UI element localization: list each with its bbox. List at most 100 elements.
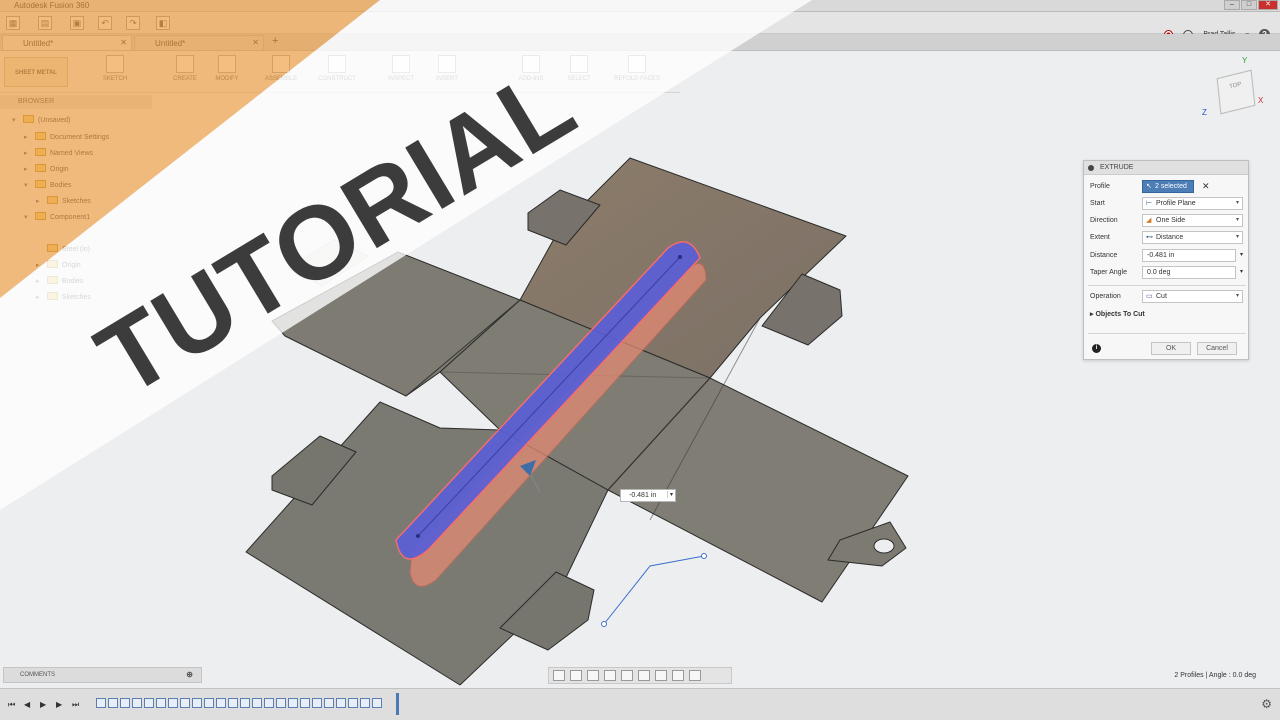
timeline-feature[interactable] [276, 698, 286, 708]
job-status-icon[interactable]: ◧ [156, 16, 170, 30]
timeline-feature[interactable] [144, 698, 154, 708]
tree-item[interactable]: ▸ Origin [24, 164, 69, 179]
environment-icon[interactable] [689, 670, 701, 681]
tree-item[interactable]: ▸ Sketches [36, 196, 91, 211]
timeline-feature[interactable] [348, 698, 358, 708]
collapse-icon[interactable] [1088, 165, 1094, 171]
timeline-feature[interactable] [372, 698, 382, 708]
timeline-feature[interactable] [324, 698, 334, 708]
timeline-feature[interactable] [120, 698, 130, 708]
info-icon[interactable]: i [1092, 344, 1101, 353]
start-select[interactable]: ⊢ Profile Plane ▾ [1142, 197, 1243, 210]
timeline-feature[interactable] [312, 698, 322, 708]
chevron-down-icon[interactable]: ▾ [1240, 268, 1243, 275]
fit-icon[interactable] [621, 670, 633, 681]
view-cube[interactable]: Y X Z TOP [1202, 56, 1266, 120]
go-to-start-icon[interactable]: ⏮ [8, 700, 15, 710]
look-at-icon[interactable] [570, 670, 582, 681]
workspace-switcher[interactable]: SHEET METAL [4, 57, 68, 87]
gear-icon[interactable]: ⚙ [1261, 697, 1272, 711]
new-tab-button[interactable]: + [272, 35, 278, 47]
toolbar-select[interactable]: SELECT [560, 55, 598, 82]
tree-item[interactable]: ▸ Sketches [36, 292, 91, 307]
timeline-feature[interactable] [192, 698, 202, 708]
go-to-end-icon[interactable]: ⏭ [72, 700, 79, 710]
toolbar-assemble[interactable]: ASSEMBLE [262, 55, 300, 82]
add-comment-icon[interactable]: ⊕ [186, 670, 193, 679]
timeline-feature[interactable] [204, 698, 214, 708]
chevron-down-icon[interactable]: ▾ [666, 491, 673, 498]
direction-select[interactable]: ◢ One Side ▾ [1142, 214, 1243, 227]
file-menu-icon[interactable]: ▤ [38, 16, 52, 30]
timeline-feature[interactable] [132, 698, 142, 708]
timeline-marker[interactable] [396, 693, 399, 715]
tab-document[interactable]: Untitled* ✕ [2, 35, 132, 51]
tree-item[interactable]: ▸ Document Settings [24, 132, 109, 147]
tree-item[interactable]: Steel (in) [36, 244, 90, 259]
quick-access-toolbar: ▦ ▤ ▣ ↶ ↷ ◧ Brad Tallis ▾ ? [0, 12, 1280, 40]
timeline-feature[interactable] [108, 698, 118, 708]
cancel-button[interactable]: Cancel [1197, 342, 1237, 355]
toolbar-inspect[interactable]: INSPECT [382, 55, 420, 82]
pan-icon[interactable] [587, 670, 599, 681]
tab-document[interactable]: Untitled* ✕ [134, 35, 264, 51]
grid-settings-icon[interactable] [655, 670, 667, 681]
close-tab-icon[interactable]: ✕ [252, 38, 259, 47]
distance-float-input[interactable]: -0.481 in ▾ [620, 489, 676, 502]
tree-item[interactable]: ▸ Origin [36, 260, 81, 275]
timeline-feature[interactable] [300, 698, 310, 708]
display-settings-icon[interactable] [638, 670, 650, 681]
chevron-down-icon[interactable]: ▾ [1240, 251, 1243, 258]
close-button[interactable]: ✕ [1258, 0, 1278, 10]
step-back-icon[interactable]: ◀ [24, 700, 30, 709]
timeline-feature[interactable] [288, 698, 298, 708]
orbit-icon[interactable] [553, 670, 565, 681]
distance-input[interactable]: -0.481 in [1142, 249, 1236, 262]
timeline-feature[interactable] [216, 698, 226, 708]
profile-selection[interactable]: ↖ 2 selected [1142, 180, 1194, 193]
taper-input[interactable]: 0.0 deg [1142, 266, 1236, 279]
sketch-line[interactable] [603, 555, 705, 625]
viewports-icon[interactable] [672, 670, 684, 681]
undo-icon[interactable]: ↶ [98, 16, 112, 30]
redo-icon[interactable]: ↷ [126, 16, 140, 30]
maximize-button[interactable]: □ [1241, 0, 1257, 10]
extent-select[interactable]: ⊷ Distance ▾ [1142, 231, 1243, 244]
timeline-feature[interactable] [252, 698, 262, 708]
comments-panel[interactable]: COMMENTS ⊕ [3, 667, 202, 683]
operation-select[interactable]: ▭ Cut ▾ [1142, 290, 1243, 303]
timeline-feature[interactable] [168, 698, 178, 708]
ok-button[interactable]: OK [1151, 342, 1191, 355]
timeline-feature[interactable] [156, 698, 166, 708]
clear-selection-icon[interactable]: ✕ [1202, 181, 1210, 192]
view-cube-face[interactable]: TOP [1216, 69, 1256, 115]
toolbar-addins[interactable]: ADD-INS [512, 55, 550, 82]
close-tab-icon[interactable]: ✕ [120, 38, 127, 47]
tree-item[interactable]: ▾ Component1 [24, 212, 90, 227]
toolbar-modify[interactable]: MODIFY [208, 55, 246, 82]
timeline-feature[interactable] [264, 698, 274, 708]
objects-to-cut-toggle[interactable]: ▸ Objects To Cut [1090, 310, 1145, 318]
timeline-feature[interactable] [336, 698, 346, 708]
document-tabs: Untitled* ✕ Untitled* ✕ + [0, 34, 1280, 51]
toolbar-sketch[interactable]: SKETCH [96, 55, 134, 82]
tree-item[interactable]: ▸ Bodies [36, 276, 83, 291]
timeline-feature[interactable] [228, 698, 238, 708]
step-forward-icon[interactable]: ▶ [56, 700, 62, 709]
timeline-feature[interactable] [360, 698, 370, 708]
zoom-icon[interactable] [604, 670, 616, 681]
play-icon[interactable]: ▶ [40, 700, 46, 709]
tree-item[interactable]: ▾ Bodies [24, 180, 71, 195]
timeline-feature[interactable] [240, 698, 250, 708]
toolbar-insert[interactable]: INSERT [428, 55, 466, 82]
save-icon[interactable]: ▣ [70, 16, 84, 30]
timeline-feature[interactable] [180, 698, 190, 708]
timeline-feature[interactable] [96, 698, 106, 708]
toolbar-refold-faces[interactable]: REFOLD FACES [612, 55, 662, 82]
data-panel-icon[interactable]: ▦ [6, 16, 20, 30]
tree-root[interactable]: ▾ (Unsaved) [12, 115, 70, 130]
tree-item[interactable]: ▸ Named Views [24, 148, 93, 163]
toolbar-create[interactable]: CREATE [166, 55, 204, 82]
minimize-button[interactable]: – [1224, 0, 1240, 10]
toolbar-construct[interactable]: CONSTRUCT [318, 55, 356, 82]
